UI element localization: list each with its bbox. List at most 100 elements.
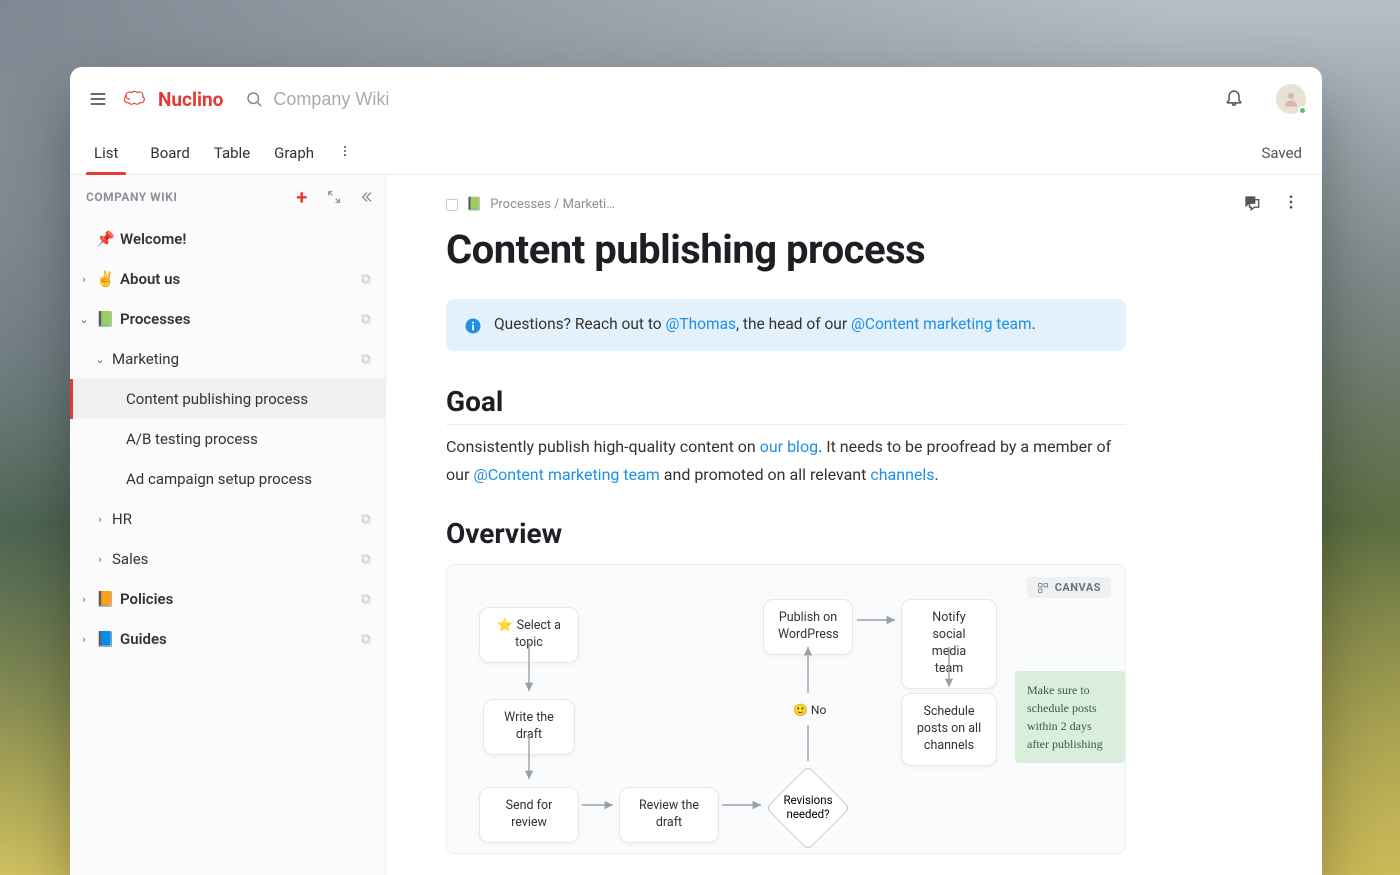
expand-icon[interactable] (325, 188, 343, 206)
sidebar-item-label: HR (112, 510, 353, 528)
flow-select-topic[interactable]: Select a topic (479, 607, 579, 663)
brand-name: Nuclino (158, 88, 223, 111)
flow-write-draft[interactable]: Write the draft (483, 699, 575, 755)
page-title: Content publishing process (446, 226, 1126, 273)
sidebar-item-about[interactable]: › ✌️ About us (70, 259, 385, 299)
tab-more-icon[interactable] (338, 143, 352, 162)
sidebar-item-ad-campaign[interactable]: Ad campaign setup process (70, 459, 385, 499)
sidebar: COMPANY WIKI + 📌 Welcome! › ✌️ (70, 175, 386, 875)
sidebar-item-guides[interactable]: › 📘 Guides (70, 619, 385, 659)
flow-review-draft[interactable]: Review the draft (619, 787, 719, 843)
sidebar-item-label: Processes (120, 310, 353, 328)
flow-publish[interactable]: Publish on WordPress (763, 599, 853, 655)
sidebar-item-content-publishing[interactable]: Content publishing process (70, 379, 385, 419)
checkbox-icon (446, 199, 458, 211)
chevron-right-icon: › (78, 593, 90, 606)
chevron-right-icon: › (94, 513, 106, 526)
heading-overview: Overview (446, 517, 1126, 556)
copy-icon (359, 512, 373, 526)
tab-board[interactable]: Board (150, 131, 189, 174)
tab-graph[interactable]: Graph (274, 131, 314, 174)
app-window: Nuclino List Board Table Graph Saved (70, 67, 1322, 875)
collapse-sidebar-icon[interactable] (357, 188, 375, 206)
body: COMPANY WIKI + 📌 Welcome! › ✌️ (70, 175, 1322, 875)
book-icon: 📘 (96, 630, 114, 648)
copy-icon (359, 592, 373, 606)
copy-icon (359, 272, 373, 286)
user-avatar[interactable] (1276, 84, 1306, 114)
heading-goal: Goal (446, 385, 1126, 425)
mention-content-team[interactable]: @Content marketing team (851, 315, 1032, 333)
brain-icon (124, 89, 152, 109)
sidebar-item-processes[interactable]: ⌄ 📗 Processes (70, 299, 385, 339)
book-icon: 📙 (96, 590, 114, 608)
tab-list[interactable]: List (86, 131, 126, 174)
chevron-right-icon: › (78, 273, 90, 286)
sidebar-item-label: A/B testing process (126, 430, 373, 448)
sidebar-title: COMPANY WIKI (86, 190, 177, 204)
tab-table[interactable]: Table (214, 131, 250, 174)
copy-icon (359, 552, 373, 566)
copy-icon (359, 632, 373, 646)
link-channels[interactable]: channels (870, 465, 934, 484)
sidebar-item-label: Sales (112, 550, 353, 568)
sidebar-item-label: Marketing (112, 350, 353, 368)
info-icon (464, 317, 482, 335)
info-callout: Questions? Reach out to @Thomas, the hea… (446, 299, 1126, 351)
copy-icon (359, 312, 373, 326)
sidebar-item-label: Ad campaign setup process (126, 470, 373, 488)
menu-icon[interactable] (86, 87, 110, 111)
sidebar-tree: 📌 Welcome! › ✌️ About us ⌄ 📗 Processes ⌄ M… (70, 219, 385, 875)
sidebar-item-label: Policies (120, 590, 353, 608)
canvas-embed[interactable]: CANVAS Select a topic Write the draft Se… (446, 564, 1126, 854)
sidebar-item-ab-testing[interactable]: A/B testing process (70, 419, 385, 459)
add-item-icon[interactable]: + (293, 188, 311, 206)
flow-no-label: 🙂 No (793, 703, 826, 717)
search[interactable] (245, 89, 493, 110)
victory-icon: ✌️ (96, 270, 114, 288)
sidebar-item-welcome[interactable]: 📌 Welcome! (70, 219, 385, 259)
more-icon[interactable] (1282, 193, 1302, 213)
sidebar-item-hr[interactable]: › HR (70, 499, 385, 539)
book-icon: 📗 (96, 310, 114, 328)
breadcrumb[interactable]: 📗 Processes / Marketi… (446, 197, 1126, 212)
link-our-blog[interactable]: our blog (760, 437, 818, 456)
sidebar-item-label: Guides (120, 630, 353, 648)
pin-icon: 📌 (96, 230, 114, 248)
search-input[interactable] (273, 89, 493, 110)
breadcrumb-text: Processes / Marketi… (490, 197, 615, 212)
sidebar-item-sales[interactable]: › Sales (70, 539, 385, 579)
chevron-right-icon: › (78, 633, 90, 646)
canvas-badge: CANVAS (1027, 577, 1111, 598)
comments-icon[interactable] (1242, 193, 1262, 213)
top-bar: Nuclino (70, 67, 1322, 131)
brand-logo[interactable]: Nuclino (124, 88, 223, 111)
sidebar-item-label: Content publishing process (126, 390, 373, 408)
sidebar-item-marketing[interactable]: ⌄ Marketing (70, 339, 385, 379)
content-actions (1242, 193, 1302, 213)
goal-paragraph: Consistently publish high-quality conten… (446, 433, 1126, 489)
sidebar-item-policies[interactable]: › 📙 Policies (70, 579, 385, 619)
content-pane: 📗 Processes / Marketi… Content publishin… (386, 175, 1322, 875)
copy-icon (359, 352, 373, 366)
chevron-down-icon: ⌄ (78, 313, 90, 326)
search-icon (245, 90, 263, 108)
callout-text: Questions? Reach out to @Thomas, the hea… (494, 315, 1036, 333)
mention-content-team-2[interactable]: @Content marketing team (473, 465, 659, 484)
notifications-icon[interactable] (1224, 87, 1244, 111)
chevron-down-icon: ⌄ (94, 353, 106, 366)
flow-revisions-needed[interactable]: Revisions needed? (765, 765, 851, 851)
chevron-right-icon: › (94, 553, 106, 566)
save-status: Saved (1261, 144, 1306, 162)
book-icon: 📗 (466, 197, 482, 212)
flow-notify[interactable]: Notify social media team (901, 599, 997, 689)
flow-send-review[interactable]: Send for review (479, 787, 579, 843)
view-tabs: List Board Table Graph Saved (70, 131, 1322, 175)
sidebar-item-label: About us (120, 270, 353, 288)
mention-thomas[interactable]: @Thomas (665, 315, 736, 333)
sidebar-header: COMPANY WIKI + (70, 175, 385, 219)
flow-sticky-note[interactable]: Make sure to schedule posts within 2 day… (1015, 671, 1125, 763)
sidebar-item-label: Welcome! (120, 230, 373, 248)
flow-schedule[interactable]: Schedule posts on all channels (901, 693, 997, 766)
presence-dot (1298, 106, 1307, 115)
